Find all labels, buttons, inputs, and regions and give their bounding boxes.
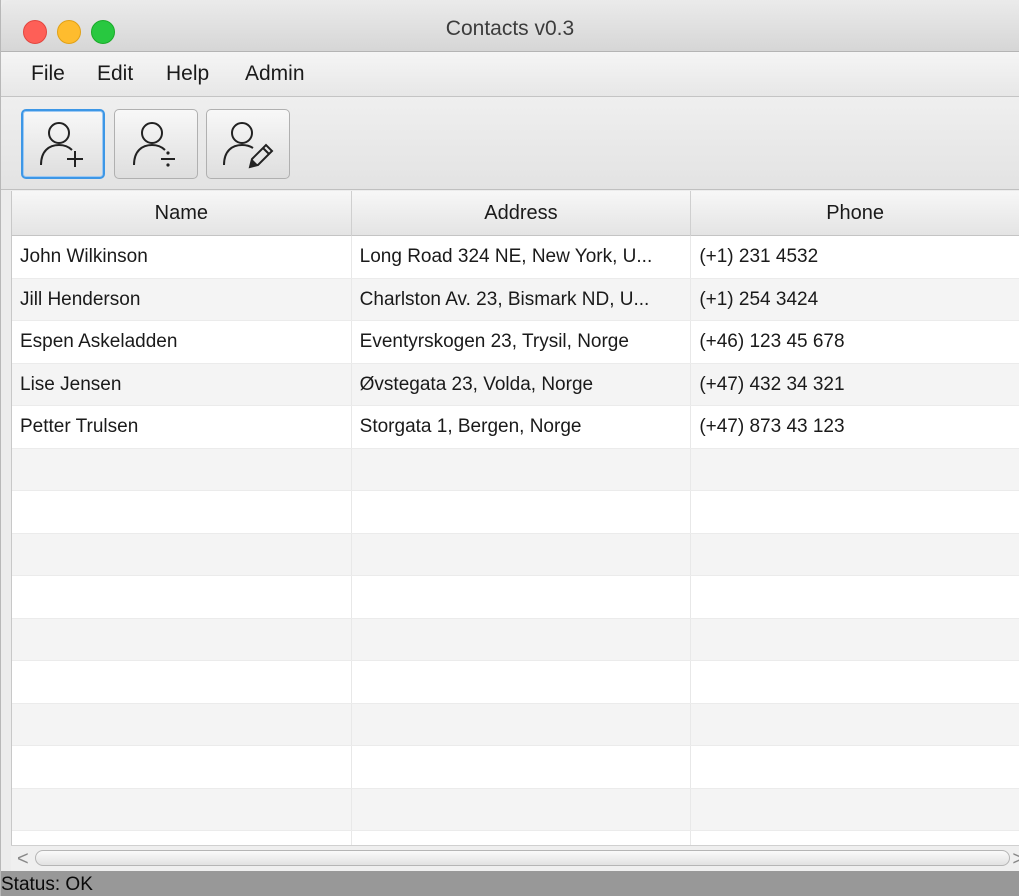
cell-address: Øvstegata 23, Volda, Norge — [352, 363, 692, 405]
table-row[interactable]: Jill Henderson Charlston Av. 23, Bismark… — [12, 278, 1019, 321]
menu-edit[interactable]: Edit — [97, 62, 133, 86]
toolbar — [1, 97, 1019, 190]
table-row[interactable]: Petter Trulsen Storgata 1, Bergen, Norge… — [12, 406, 1019, 449]
empty-row — [12, 788, 1019, 831]
empty-row — [12, 661, 1019, 704]
scroll-left-icon[interactable]: < — [17, 848, 29, 871]
menu-bar: File Edit Help Admin — [1, 52, 1019, 97]
cell-phone: (+1) 231 4532 — [691, 236, 1019, 278]
remove-contact-button[interactable] — [114, 109, 198, 179]
remove-user-icon — [133, 122, 175, 167]
cell-name: John Wilkinson — [12, 236, 352, 278]
empty-row — [12, 491, 1019, 534]
scrollbar-thumb[interactable] — [35, 850, 1010, 866]
cell-phone: (+1) 254 3424 — [691, 278, 1019, 320]
menu-help[interactable]: Help — [166, 62, 209, 86]
window-title: Contacts v0.3 — [445, 17, 575, 40]
empty-row — [12, 576, 1019, 619]
title-bar[interactable]: Contacts v0.3 — [1, 0, 1019, 52]
menu-admin[interactable]: Admin — [245, 62, 305, 86]
cell-phone: (+46) 123 45 678 — [691, 321, 1019, 363]
add-user-icon — [40, 122, 83, 167]
cell-address: Storgata 1, Bergen, Norge — [352, 406, 692, 448]
empty-row — [12, 448, 1019, 491]
column-header-address[interactable]: Address — [352, 191, 692, 236]
contacts-table[interactable]: Name Address Phone John Wilkinson Long R… — [11, 191, 1019, 845]
edit-contact-button[interactable] — [206, 109, 290, 179]
cell-phone: (+47) 873 43 123 — [691, 406, 1019, 448]
cell-name: Lise Jensen — [12, 363, 352, 405]
cell-name: Jill Henderson — [12, 278, 352, 320]
cell-name: Espen Askeladden — [12, 321, 352, 363]
table-header: Name Address Phone — [12, 191, 1019, 236]
cell-address: Long Road 324 NE, New York, U... — [352, 236, 692, 278]
column-header-name[interactable]: Name — [12, 191, 352, 236]
column-header-phone[interactable]: Phone — [691, 191, 1019, 236]
scroll-right-icon[interactable]: > — [1012, 848, 1019, 871]
table-row[interactable]: Espen Askeladden Eventyrskogen 23, Trysi… — [12, 321, 1019, 364]
cell-address: Eventyrskogen 23, Trysil, Norge — [352, 321, 692, 363]
edit-user-icon — [223, 122, 274, 169]
table-row[interactable]: John Wilkinson Long Road 324 NE, New Yor… — [12, 236, 1019, 279]
cell-address: Charlston Av. 23, Bismark ND, U... — [352, 278, 692, 320]
empty-row — [12, 703, 1019, 746]
app-window: Contacts v0.3 File Edit Help Admin Name … — [0, 0, 1019, 896]
empty-row — [12, 618, 1019, 661]
add-contact-button[interactable] — [21, 109, 105, 179]
empty-row — [12, 533, 1019, 576]
menu-file[interactable]: File — [31, 62, 65, 86]
cell-phone: (+47) 432 34 321 — [691, 363, 1019, 405]
table-body: John Wilkinson Long Road 324 NE, New Yor… — [12, 236, 1019, 845]
horizontal-scrollbar[interactable]: < > — [11, 845, 1019, 871]
status-bar: Status: OK — [1, 871, 1019, 896]
empty-row — [12, 831, 1019, 845]
empty-row — [12, 746, 1019, 789]
table-row[interactable]: Lise Jensen Øvstegata 23, Volda, Norge (… — [12, 363, 1019, 406]
status-text: Status: OK — [1, 874, 93, 895]
cell-name: Petter Trulsen — [12, 406, 352, 448]
